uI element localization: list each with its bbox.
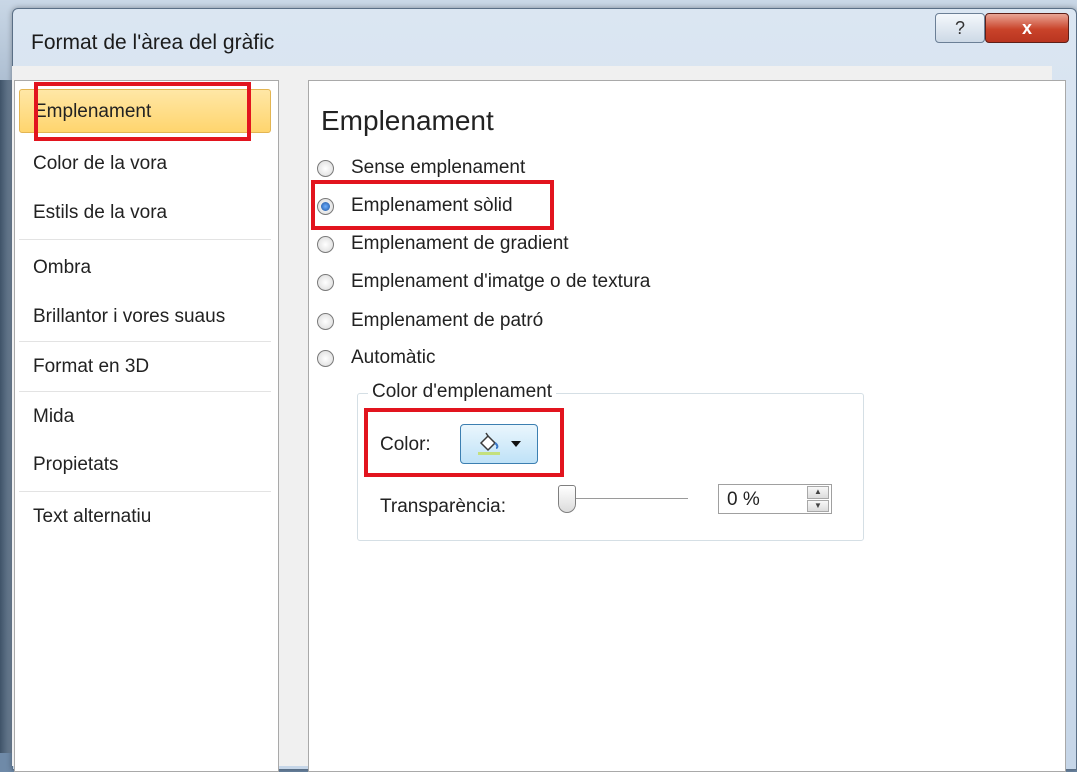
transparency-slider-track[interactable]	[568, 498, 688, 499]
option-pattern-fill[interactable]: Emplenament de patró	[317, 306, 543, 336]
option-label: Emplenament de patró	[351, 310, 544, 331]
paint-bucket-icon	[478, 432, 500, 455]
nav-item-estils-de-la-vora[interactable]: Estils de la vora	[19, 191, 271, 235]
color-label: Color:	[380, 434, 431, 455]
option-label: Automàtic	[351, 347, 436, 368]
option-label: Emplenament de gradient	[351, 233, 569, 254]
color-picker-button[interactable]	[460, 424, 538, 464]
option-picture-texture-fill[interactable]: Emplenament d'imatge o de textura	[317, 267, 650, 297]
option-automatic[interactable]: Automàtic	[317, 343, 435, 373]
option-label: Emplenament d'imatge o de textura	[351, 271, 651, 292]
option-solid-fill[interactable]: Emplenament sòlid	[317, 191, 513, 221]
option-no-fill[interactable]: Sense emplenament	[317, 153, 525, 183]
nav-separator	[19, 491, 271, 492]
fill-color-group: Color d'emplenament Color: Transparència…	[357, 381, 864, 541]
spin-down-icon[interactable]: ▼	[807, 499, 829, 512]
nav-item-ombra[interactable]: Ombra	[19, 246, 271, 290]
nav-separator	[19, 239, 271, 240]
transparency-label: Transparència:	[380, 496, 507, 517]
spin-up-icon[interactable]: ▲	[807, 486, 829, 499]
option-gradient-fill[interactable]: Emplenament de gradient	[317, 229, 569, 259]
group-legend: Color d'emplenament	[368, 381, 556, 403]
spin-buttons: ▲ ▼	[807, 486, 829, 512]
radio-button[interactable]	[317, 159, 334, 177]
radio-button[interactable]	[317, 312, 334, 330]
nav-item-emplenament[interactable]: Emplenament	[19, 89, 271, 133]
help-button[interactable]: ?	[935, 13, 985, 43]
nav-item-color-de-la-vora[interactable]: Color de la vora	[19, 142, 271, 186]
chevron-down-icon	[511, 441, 521, 447]
nav-item-format-3d[interactable]: Format en 3D	[19, 345, 271, 389]
nav-item-brillantor[interactable]: Brillantor i vores suaus	[19, 295, 271, 339]
radio-button[interactable]	[317, 235, 334, 253]
transparency-spinbox[interactable]: 0 % ▲ ▼	[718, 484, 832, 514]
close-button[interactable]: x	[985, 13, 1069, 43]
dialog-title: Format de l'àrea del gràfic	[31, 31, 275, 54]
radio-button[interactable]	[317, 349, 334, 367]
transparency-value: 0 %	[727, 489, 760, 510]
radio-button[interactable]	[317, 273, 334, 291]
nav-separator	[19, 341, 271, 342]
option-label: Sense emplenament	[351, 157, 526, 178]
transparency-slider-thumb[interactable]	[558, 485, 576, 513]
fill-panel: Emplenament Sense emplenament Emplenamen…	[308, 80, 1066, 772]
panel-title: Emplenament	[321, 105, 494, 136]
category-list: Emplenament Color de la vora Estils de l…	[14, 80, 279, 772]
radio-button-checked[interactable]	[317, 197, 334, 215]
nav-item-mida[interactable]: Mida	[19, 395, 271, 439]
nav-separator	[19, 391, 271, 392]
nav-item-propietats[interactable]: Propietats	[19, 443, 271, 487]
nav-item-text-alternatiu[interactable]: Text alternatiu	[19, 495, 271, 539]
option-label: Emplenament sòlid	[351, 195, 513, 216]
